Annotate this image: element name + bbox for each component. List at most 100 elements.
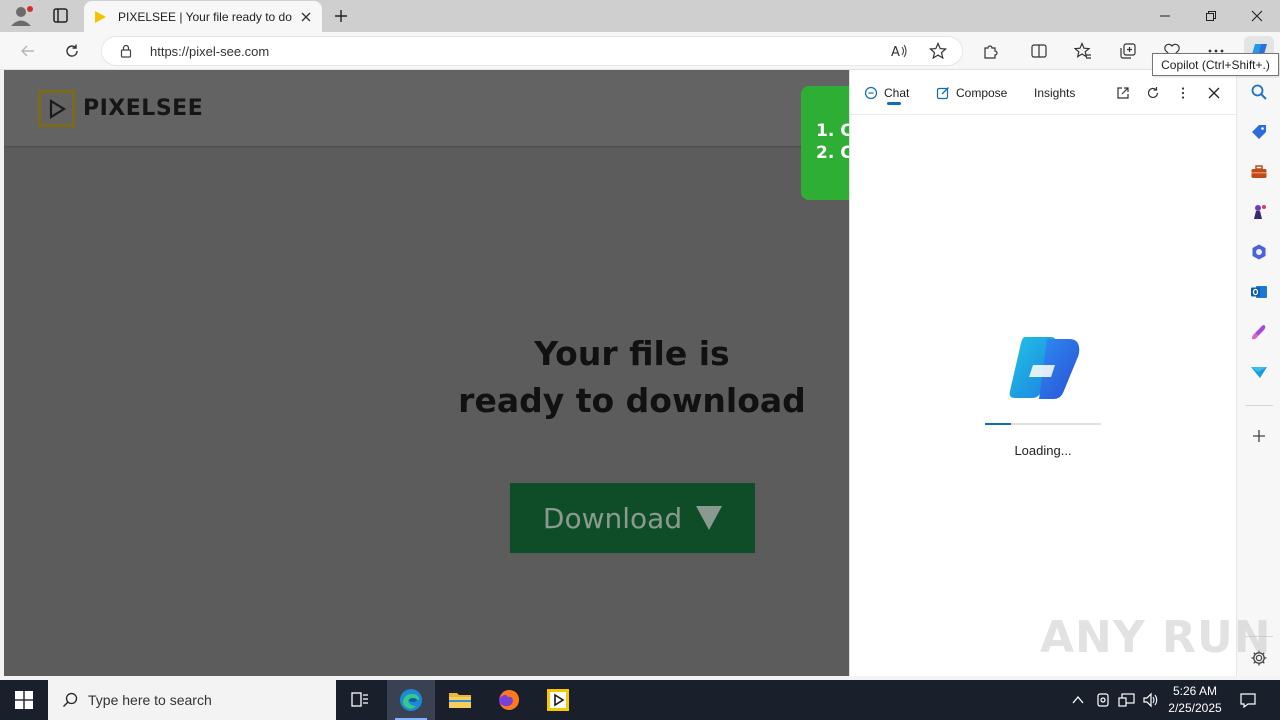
taskbar-file-explorer-app[interactable] bbox=[436, 680, 484, 720]
tab-strip: PIXELSEE | Your file ready to download bbox=[0, 0, 1280, 32]
download-label: Download bbox=[542, 501, 683, 535]
chevron-up-icon bbox=[1072, 695, 1084, 704]
tray-network-button[interactable] bbox=[1116, 680, 1138, 720]
tab-close-button[interactable] bbox=[298, 9, 314, 25]
arrow-left-icon bbox=[21, 45, 34, 57]
network-icon bbox=[1118, 693, 1135, 707]
notification-icon bbox=[1240, 693, 1256, 708]
speaker-icon bbox=[1143, 692, 1158, 708]
favorites-button[interactable] bbox=[1070, 39, 1096, 63]
windows-logo-icon bbox=[15, 691, 33, 709]
tab-chat[interactable]: Chat bbox=[864, 84, 909, 102]
taskbar-pixelsee-app[interactable] bbox=[534, 680, 582, 720]
address-bar[interactable]: https://pixel-see.com A bbox=[101, 36, 963, 66]
microsoft-365-icon bbox=[1252, 244, 1266, 260]
active-tab[interactable]: PIXELSEE | Your file ready to download bbox=[84, 1, 322, 32]
refresh-icon bbox=[66, 44, 78, 57]
collections-button[interactable] bbox=[1115, 39, 1141, 63]
loading-progress-fill bbox=[985, 423, 1011, 425]
download-button[interactable]: Download bbox=[510, 483, 755, 553]
site-header: PIXELSEE bbox=[4, 70, 849, 146]
sidebar-games-button[interactable] bbox=[1249, 202, 1269, 222]
pane-refresh-button[interactable] bbox=[1143, 83, 1163, 103]
clock-time: 5:26 AM bbox=[1172, 684, 1218, 698]
notification-dot bbox=[27, 6, 33, 12]
url-text[interactable]: https://pixel-see.com bbox=[150, 44, 269, 59]
show-hidden-icons-button[interactable] bbox=[1068, 680, 1088, 720]
notifications-button[interactable] bbox=[1234, 680, 1262, 720]
refresh-button[interactable] bbox=[59, 39, 85, 63]
split-screen-button[interactable] bbox=[1026, 39, 1052, 63]
web-page-viewport: PIXELSEE 1. Cl 2. C Your file is ready t… bbox=[4, 70, 849, 676]
logo-text: PIXELSEE bbox=[83, 96, 204, 121]
sidebar-drop-button[interactable] bbox=[1249, 362, 1269, 382]
logo-mark bbox=[38, 90, 75, 127]
open-external-icon bbox=[1117, 87, 1129, 99]
sidebar-office-button[interactable] bbox=[1249, 242, 1269, 262]
site-logo[interactable]: PIXELSEE bbox=[38, 90, 203, 127]
taskbar-search-placeholder: Type here to search bbox=[88, 692, 212, 708]
notice-line-2: 2. C bbox=[816, 143, 849, 163]
restore-button[interactable] bbox=[1188, 0, 1234, 32]
pane-close-button[interactable] bbox=[1204, 83, 1224, 103]
start-button[interactable] bbox=[0, 680, 48, 720]
edge-sidebar bbox=[1236, 70, 1280, 676]
taskbar-search-box[interactable]: Type here to search bbox=[48, 680, 336, 720]
tab-actions-icon bbox=[53, 8, 68, 23]
pane-more-button[interactable] bbox=[1173, 83, 1193, 103]
edge-browser-icon bbox=[400, 689, 422, 711]
sidebar-search-button[interactable] bbox=[1249, 82, 1269, 102]
sidebar-tools-button[interactable] bbox=[1249, 162, 1269, 182]
taskbar-clock[interactable]: 5:26 AM 2/25/2025 bbox=[1166, 683, 1224, 717]
sidebar-add-button[interactable] bbox=[1249, 426, 1269, 446]
browser-toolbar: https://pixel-see.com A bbox=[0, 32, 1280, 70]
outlook-icon bbox=[1251, 286, 1267, 298]
profile-button[interactable] bbox=[8, 5, 34, 27]
anyrun-watermark: ANY RUN bbox=[1040, 612, 1272, 663]
plus-icon bbox=[1253, 430, 1265, 442]
notice-line-1: 1. Cl bbox=[816, 121, 849, 141]
taskbar-firefox-app[interactable] bbox=[485, 680, 533, 720]
vertical-dots-icon bbox=[1181, 87, 1185, 99]
tab-title: PIXELSEE | Your file ready to download bbox=[118, 9, 292, 24]
minimize-icon bbox=[1160, 15, 1170, 17]
loading-text: Loading... bbox=[1014, 443, 1072, 458]
compose-icon bbox=[936, 87, 949, 100]
tab-actions-button[interactable] bbox=[48, 6, 72, 26]
task-view-button[interactable] bbox=[336, 680, 384, 720]
firefox-icon bbox=[499, 690, 519, 710]
search-icon bbox=[1251, 84, 1267, 100]
copilot-tabs: Chat Compose Insights bbox=[850, 70, 1237, 115]
chat-icon bbox=[864, 86, 878, 100]
toolbox-icon bbox=[1251, 165, 1267, 178]
favorites-icon bbox=[1074, 42, 1091, 59]
back-button[interactable] bbox=[15, 39, 41, 63]
window-close-button[interactable] bbox=[1234, 0, 1280, 32]
sidebar-shopping-button[interactable] bbox=[1249, 122, 1269, 142]
close-icon bbox=[301, 12, 311, 21]
open-in-new-tab-button[interactable] bbox=[1113, 83, 1133, 103]
lock-icon[interactable] bbox=[118, 43, 134, 59]
restore-icon bbox=[1206, 11, 1216, 21]
pixelsee-favicon-icon bbox=[95, 10, 106, 23]
taskbar-edge-app[interactable] bbox=[387, 680, 435, 720]
loading-progress-bar bbox=[985, 423, 1101, 425]
chess-piece-icon bbox=[1254, 205, 1266, 219]
headline-line-2: ready to download bbox=[458, 381, 806, 420]
puzzle-icon bbox=[984, 45, 998, 59]
favorite-star-button[interactable] bbox=[927, 41, 949, 61]
tab-compose[interactable]: Compose bbox=[936, 84, 1007, 102]
tab-insights[interactable]: Insights bbox=[1034, 84, 1075, 102]
close-icon bbox=[1208, 87, 1220, 99]
windows-taskbar: Type here to search 5:26 AM 2/25/2025 bbox=[0, 680, 1280, 720]
sidebar-designer-button[interactable] bbox=[1249, 322, 1269, 342]
minimize-button[interactable] bbox=[1142, 0, 1188, 32]
sidebar-outlook-button[interactable] bbox=[1249, 282, 1269, 302]
tab-insights-label: Insights bbox=[1034, 86, 1076, 100]
new-tab-button[interactable] bbox=[330, 6, 352, 26]
tray-device-button[interactable] bbox=[1093, 680, 1113, 720]
extensions-button[interactable] bbox=[978, 39, 1004, 63]
tray-volume-button[interactable] bbox=[1140, 680, 1162, 720]
read-aloud-button[interactable]: A bbox=[888, 41, 910, 61]
instructions-notice: 1. Cl 2. C bbox=[801, 86, 849, 200]
